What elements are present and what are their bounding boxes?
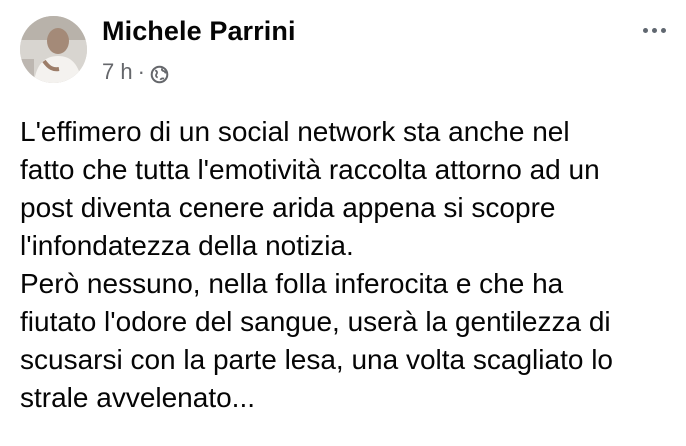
more-options-icon-dot-3 (660, 27, 666, 33)
post-text-line: Però nessuno, nella folla inferocita e c… (20, 268, 564, 299)
post-text: L'effimero di un social network sta anch… (20, 113, 675, 417)
post-text-line: post diventa cenere arida appena si scop… (20, 192, 556, 223)
more-options-icon-dot-1 (642, 27, 648, 33)
globe-icon[interactable] (150, 63, 169, 83)
meta-separator: · (137, 59, 145, 84)
post-text-line: fatto che tutta l'emotività raccolta att… (20, 154, 600, 185)
facebook-post: Michele Parrini 7 h · L'effimero di un s… (0, 0, 686, 446)
post-text-line: scusarsi con la parte lesa, una volta sc… (20, 344, 613, 375)
post-text-line: fiutato l'odore del sangue, userà la gen… (20, 306, 611, 337)
author-avatar[interactable] (20, 16, 87, 83)
post-meta: 7 h · (102, 58, 169, 86)
author-name[interactable]: Michele Parrini (102, 15, 296, 47)
post-text-line: l'infondatezza della notizia. (20, 230, 354, 261)
post-text-line: strale avvelenato... (20, 382, 256, 413)
more-options-button[interactable] (636, 16, 672, 44)
post-time[interactable]: 7 h (102, 58, 133, 86)
post-text-line: L'effimero di un social network sta anch… (20, 116, 570, 147)
post-header: Michele Parrini 7 h · (0, 0, 686, 100)
more-options-icon-dot-2 (651, 27, 657, 33)
